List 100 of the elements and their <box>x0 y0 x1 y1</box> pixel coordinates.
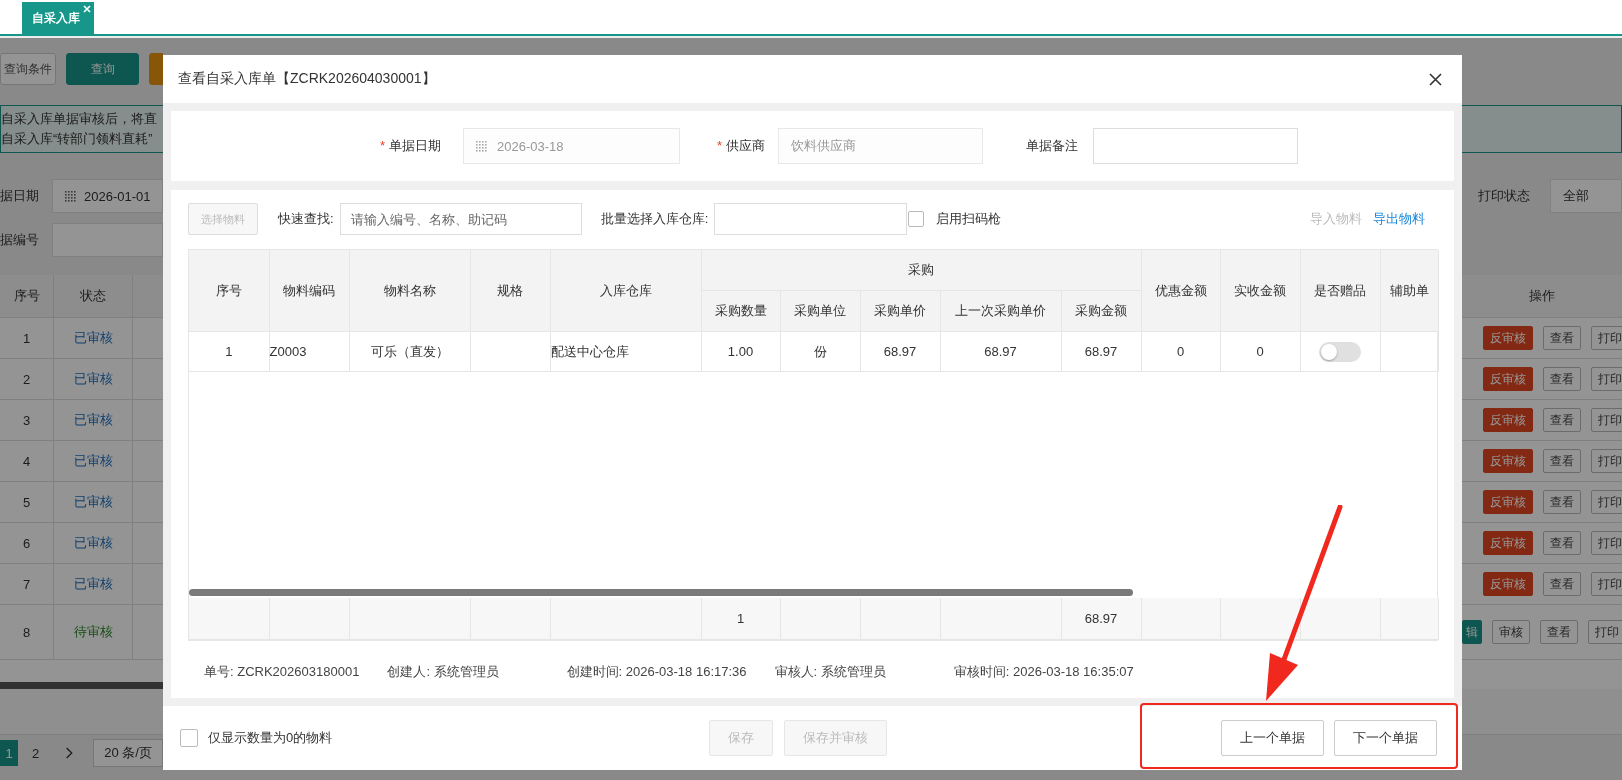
row-action-button[interactable]: 查看 <box>1543 408 1581 432</box>
status-cell: 已审核 <box>54 400 133 440</box>
status-select[interactable]: 全部 <box>1550 179 1622 213</box>
page-button[interactable]: 1 <box>0 740 19 766</box>
row-action-button[interactable]: 反审核 <box>1483 490 1533 514</box>
notice-text: 自采入库“转部门领料直耗” <box>1 131 154 148</box>
row-action-button[interactable]: 查看 <box>1543 490 1581 514</box>
column-header: 操作 <box>1528 287 1556 305</box>
column-header: 规格 <box>470 250 550 332</box>
table-cell: 8 <box>0 605 54 659</box>
table-cell: 7 <box>0 564 54 604</box>
row-action-button[interactable]: 查看 <box>1543 367 1581 391</box>
total-cell: 1 <box>701 598 780 640</box>
search-label: 快速查找: <box>278 210 334 228</box>
scrollbar[interactable] <box>189 589 1133 596</box>
row-action-button[interactable]: 打印 <box>1591 326 1622 350</box>
field-label: * 单据日期 <box>378 137 441 155</box>
page-size-select[interactable]: 20 条/页 <box>93 739 163 767</box>
info-text: 创建人: 系统管理员 <box>387 663 499 681</box>
row-action-button[interactable]: 打印 <box>1591 490 1622 514</box>
status-cell: 已审核 <box>54 441 133 481</box>
filter-button[interactable]: 查询条件 <box>0 53 56 85</box>
table-cell: 0 <box>1141 331 1221 372</box>
status-cell: 待审核 <box>54 605 133 659</box>
row-action-button[interactable]: 反审核 <box>1483 449 1533 473</box>
row-action-button[interactable]: 打印 <box>1591 367 1622 391</box>
row-action-button[interactable]: 审核 <box>1492 620 1530 644</box>
table-cell: 1 <box>189 331 269 372</box>
close-icon[interactable] <box>1429 72 1442 86</box>
column-header: 采购金额 <box>1061 290 1142 332</box>
column-group-header: 采购 <box>701 250 1142 291</box>
status-cell: 已审核 <box>54 482 133 522</box>
filter-label: 据日期 <box>0 187 40 205</box>
column-header: 采购单位 <box>780 290 860 332</box>
info-text: 单号: ZCRK202603180001 <box>204 663 360 681</box>
checkbox[interactable] <box>908 211 925 227</box>
column-header: 上一次采购单价 <box>940 290 1061 332</box>
input-field[interactable] <box>1093 128 1298 164</box>
table-cell: 1.00 <box>701 331 780 372</box>
info-text: 审核时间: 2026-03-18 16:35:07 <box>953 663 1134 681</box>
row-action-button[interactable]: 查看 <box>1543 531 1581 555</box>
page-button[interactable]: 2 <box>26 740 45 766</box>
row-action-button[interactable]: 反审核 <box>1483 531 1533 555</box>
page-tab[interactable]: 自采入库 <box>22 2 94 34</box>
input-field[interactable] <box>52 223 163 257</box>
row-action-button[interactable]: 反审核 <box>1483 408 1533 432</box>
total-cell: 68.97 <box>1061 598 1141 640</box>
row-action-button[interactable]: 反审核 <box>1483 326 1533 350</box>
table-cell: 5 <box>0 482 54 522</box>
status-cell: 已审核 <box>54 359 133 399</box>
search-field[interactable]: 请输入编号、名称、助记码 <box>339 203 582 235</box>
status-cell: 已审核 <box>54 523 133 563</box>
row-action-button[interactable]: 打印 <box>1591 408 1622 432</box>
row-action-button[interactable]: 打印 <box>1588 620 1622 644</box>
table-cell: 4 <box>0 441 54 481</box>
status-cell: 已审核 <box>54 318 133 358</box>
dialog-title: 查看自采入库单【ZCRK202604030001】 <box>178 70 436 88</box>
row-action-button[interactable]: 打印 <box>1591 531 1622 555</box>
table-cell: Z0003 <box>269 331 349 372</box>
column-header: 采购单价 <box>860 290 940 332</box>
query-button[interactable]: 查询 <box>66 53 139 85</box>
calendar-icon <box>65 190 76 202</box>
row-action-button[interactable]: 反审核 <box>1483 367 1533 391</box>
column-header: 实收金额 <box>1220 250 1301 332</box>
previous-button[interactable]: 上一个单据 <box>1221 720 1324 756</box>
row-action-button[interactable]: 辑 <box>1462 620 1482 644</box>
column-header: 序号 <box>189 250 269 332</box>
toolbar-link[interactable]: 导出物料 <box>1373 210 1425 228</box>
column-header: 是否赠品 <box>1300 250 1381 332</box>
row-action-button[interactable]: 反审核 <box>1483 572 1533 596</box>
checkbox-label: 仅显示数量为0的物料 <box>208 729 333 747</box>
input-field[interactable] <box>714 203 908 235</box>
gift-toggle[interactable] <box>1319 341 1362 362</box>
field-label: 单据备注 <box>1025 137 1078 155</box>
table-cell: 68.97 <box>1061 331 1142 372</box>
field-label: * 供应商 <box>715 137 765 155</box>
column-header: 优惠金额 <box>1141 250 1221 332</box>
table-cell: 68.97 <box>940 331 1061 372</box>
next-button[interactable]: 下一个单据 <box>1334 720 1437 756</box>
column-header: 辅助单 <box>1380 250 1439 332</box>
warehouse-label: 批量选择入库仓库: <box>600 210 709 228</box>
row-action-button[interactable]: 查看 <box>1543 326 1581 350</box>
row-action-button[interactable]: 查看 <box>1540 620 1578 644</box>
checkbox-label: 启用扫码枪 <box>936 210 1002 228</box>
scrollbar[interactable] <box>0 682 163 689</box>
row-action-button[interactable]: 打印 <box>1591 449 1622 473</box>
filter-label: 打印状态 <box>1477 187 1531 205</box>
table-cell: 6 <box>0 523 54 563</box>
table-cell: 2 <box>0 359 54 399</box>
row-action-button[interactable]: 查看 <box>1543 449 1581 473</box>
column-header: 入库仓库 <box>550 250 701 332</box>
column-header: 物料编码 <box>269 250 349 332</box>
column-header: 采购数量 <box>701 290 780 332</box>
checkbox[interactable] <box>180 729 198 747</box>
row-action-button[interactable]: 查看 <box>1543 572 1581 596</box>
chevron-right-icon[interactable] <box>64 746 74 760</box>
table-cell: 份 <box>780 331 860 372</box>
row-action-button[interactable]: 打印 <box>1591 572 1622 596</box>
date-field[interactable]: 2026-01-01 <box>52 179 163 213</box>
table-cell: 68.97 <box>860 331 940 372</box>
